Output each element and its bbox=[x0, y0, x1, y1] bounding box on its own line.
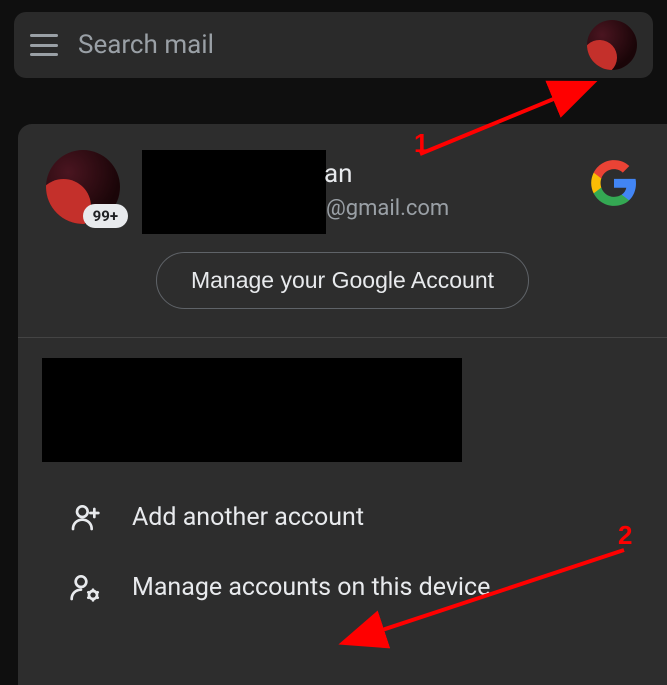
search-placeholder[interactable]: Search mail bbox=[78, 30, 567, 60]
redacted-secondary-account bbox=[42, 358, 462, 462]
add-account-label: Add another account bbox=[132, 503, 364, 532]
person-gear-icon bbox=[68, 570, 102, 604]
account-info: an @gmail.com bbox=[142, 150, 639, 221]
manage-device-label: Manage accounts on this device bbox=[132, 573, 490, 602]
search-bar[interactable]: Search mail bbox=[14, 12, 653, 78]
hamburger-menu-icon[interactable] bbox=[30, 34, 58, 56]
avatar-container: 99+ bbox=[46, 150, 120, 224]
profile-avatar-button[interactable] bbox=[587, 20, 637, 70]
manage-device-accounts-item[interactable]: Manage accounts on this device bbox=[18, 552, 667, 622]
account-name-suffix: an bbox=[324, 159, 353, 189]
redacted-name-block bbox=[142, 150, 326, 234]
manage-google-account-button[interactable]: Manage your Google Account bbox=[156, 252, 529, 309]
unread-count-badge: 99+ bbox=[83, 204, 128, 228]
annotation-label-2: 2 bbox=[618, 520, 632, 551]
annotation-label-1: 1 bbox=[414, 128, 428, 159]
divider bbox=[18, 337, 667, 338]
person-add-icon bbox=[68, 500, 102, 534]
account-switcher-panel: 99+ an @gmail.com Manage your Google Acc… bbox=[18, 124, 667, 685]
add-account-item[interactable]: Add another account bbox=[18, 482, 667, 552]
current-account-header: 99+ an @gmail.com bbox=[18, 124, 667, 224]
google-logo-icon bbox=[589, 158, 639, 208]
